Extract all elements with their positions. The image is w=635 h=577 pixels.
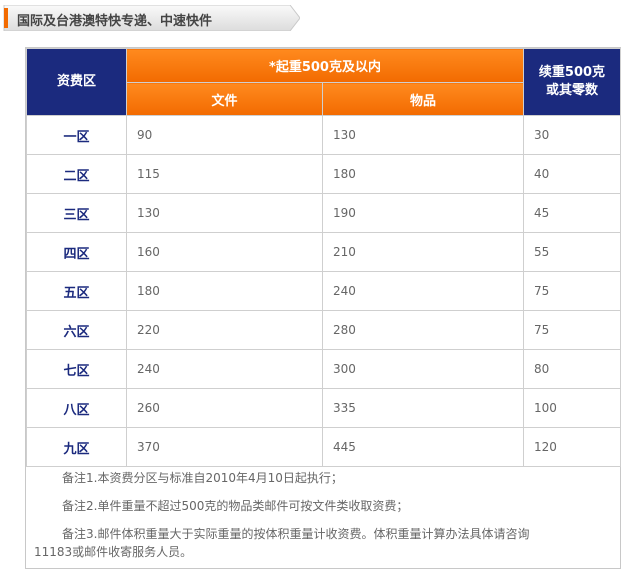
table-row: 三区 130 190 45 [26, 193, 621, 233]
document-price-cell: 240 [126, 349, 323, 389]
document-price-cell: 370 [126, 427, 323, 467]
additional-price-cell: 75 [523, 310, 621, 350]
zone-cell: 九区 [26, 427, 127, 467]
document-price-cell: 180 [126, 271, 323, 311]
additional-price-cell: 30 [523, 115, 621, 155]
additional-header-line2: 或其零数 [545, 83, 598, 98]
table-row: 七区 240 300 80 [26, 349, 621, 389]
note-1: 备注1.本资费分区与标准自2010年4月10日起执行； [62, 471, 343, 485]
zone-column-header: 资费区 [26, 48, 127, 116]
first-weight-header: *起重500克及以内 [126, 48, 524, 83]
goods-price-cell: 180 [322, 154, 524, 194]
additional-price-cell: 55 [523, 232, 621, 272]
document-price-cell: 160 [126, 232, 323, 272]
zone-cell: 三区 [26, 193, 127, 233]
goods-price-cell: 240 [322, 271, 524, 311]
goods-price-cell: 210 [322, 232, 524, 272]
additional-price-cell: 100 [523, 388, 621, 428]
rate-table: 资费区 *起重500克及以内 续重500克 或其零数 文件 物品 一区 90 1… [26, 48, 621, 467]
document-price-cell: 260 [126, 388, 323, 428]
zone-cell: 五区 [26, 271, 127, 311]
zone-cell: 八区 [26, 388, 127, 428]
zone-cell: 六区 [26, 310, 127, 350]
header-accent-bar [4, 8, 8, 28]
table-row: 八区 260 335 100 [26, 388, 621, 428]
goods-column-header: 物品 [322, 82, 524, 116]
additional-price-cell: 75 [523, 271, 621, 311]
goods-price-cell: 300 [322, 349, 524, 389]
table-row: 四区 160 210 55 [26, 232, 621, 272]
goods-price-cell: 130 [322, 115, 524, 155]
document-price-cell: 90 [126, 115, 323, 155]
table-row: 一区 90 130 30 [26, 115, 621, 155]
additional-price-cell: 80 [523, 349, 621, 389]
zone-cell: 一区 [26, 115, 127, 155]
table-row: 二区 115 180 40 [26, 154, 621, 194]
additional-header-line1: 续重500克 [538, 65, 606, 80]
zone-cell: 二区 [26, 154, 127, 194]
additional-price-cell: 45 [523, 193, 621, 233]
note-3: 备注3.邮件体积重量大于实际重量的按体积重量计收资费。体积重量计算办法具体请咨询… [34, 527, 530, 559]
goods-price-cell: 335 [322, 388, 524, 428]
goods-price-cell: 445 [322, 427, 524, 467]
document-column-header: 文件 [126, 82, 323, 116]
zone-cell: 四区 [26, 232, 127, 272]
page-title: 国际及台港澳特快专递、中速快件 [17, 14, 213, 29]
document-price-cell: 220 [126, 310, 323, 350]
goods-price-cell: 190 [322, 193, 524, 233]
additional-weight-header: 续重500克 或其零数 [523, 48, 621, 116]
table-row: 九区 370 445 120 [26, 427, 621, 467]
goods-price-cell: 280 [322, 310, 524, 350]
additional-price-cell: 120 [523, 427, 621, 467]
section-header: 国际及台港澳特快专递、中速快件 [0, 5, 300, 31]
document-price-cell: 130 [126, 193, 323, 233]
document-price-cell: 115 [126, 154, 323, 194]
additional-price-cell: 40 [523, 154, 621, 194]
table-row: 五区 180 240 75 [26, 271, 621, 311]
zone-cell: 七区 [26, 349, 127, 389]
table-row: 六区 220 280 75 [26, 310, 621, 350]
note-2: 备注2.单件重量不超过500克的物品类邮件可按文件类收取资费； [62, 499, 409, 513]
